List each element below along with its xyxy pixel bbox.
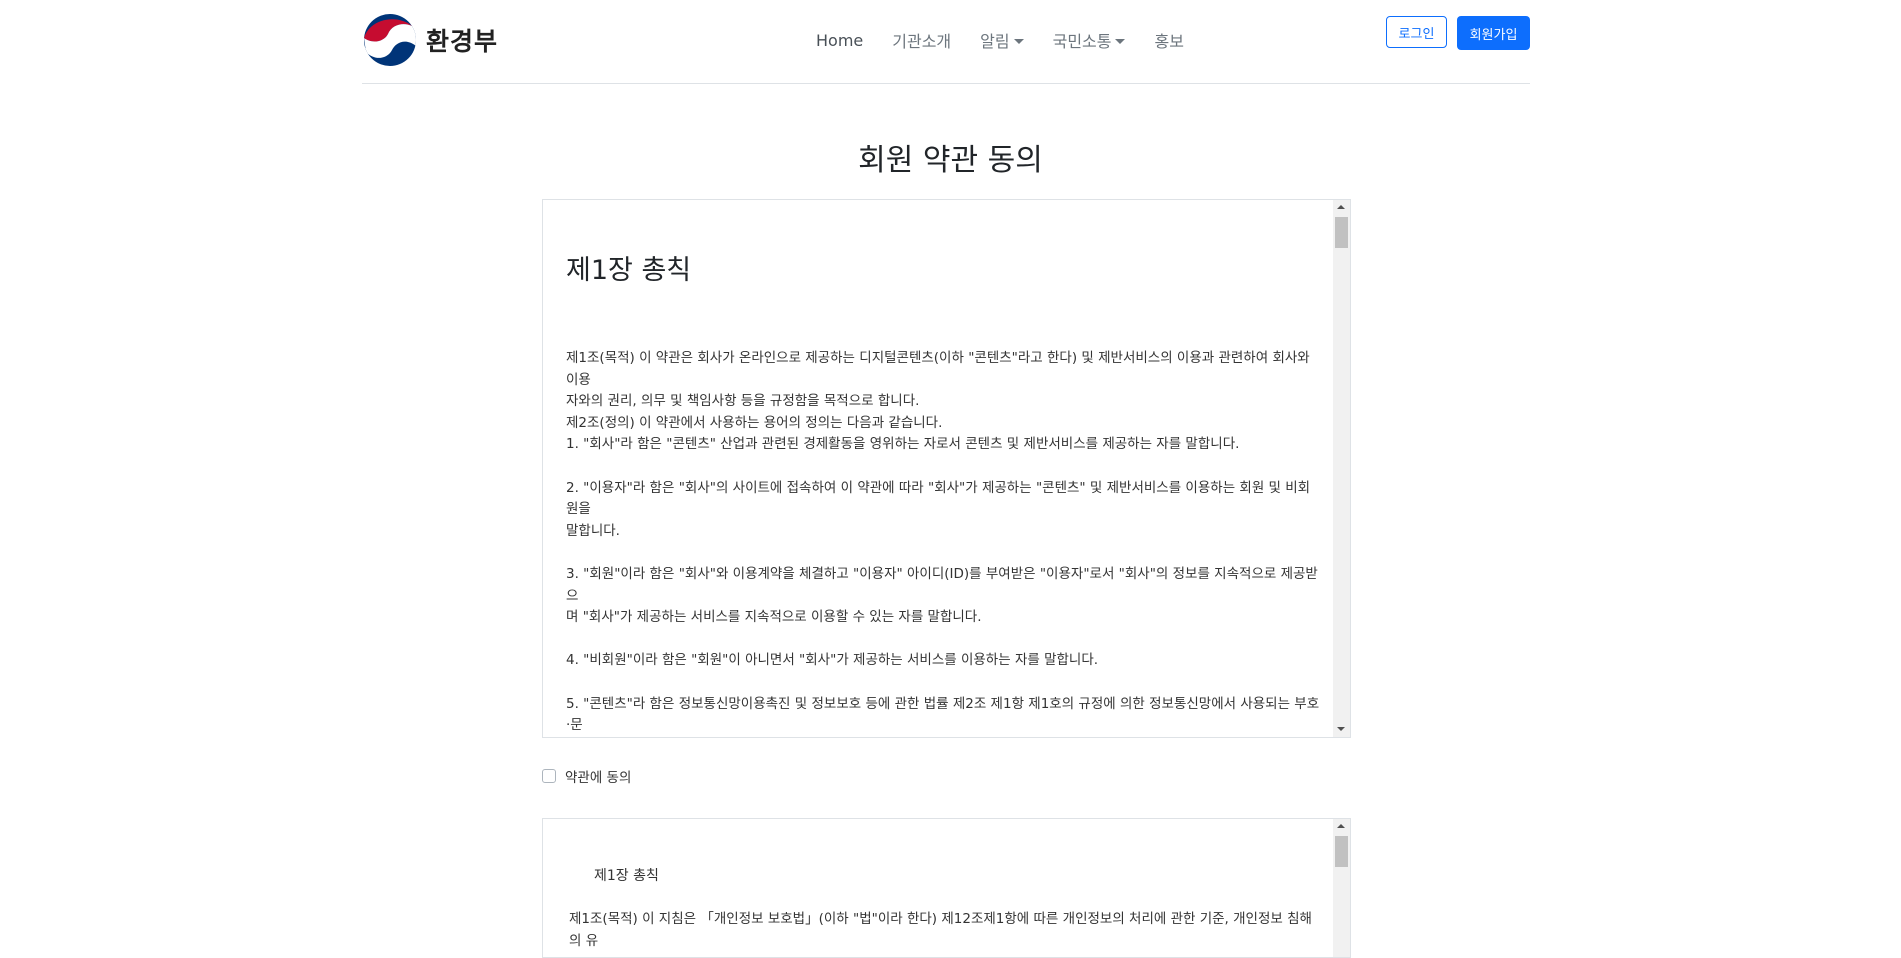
privacy-scrollbar[interactable] [1333, 819, 1350, 957]
terms-chapter-title: 제1장 총칙 [566, 255, 692, 286]
nav-item-communication-label: 국민소통 [1052, 32, 1112, 51]
site-header: 환경부 Home 기관소개 알림 국민소통 홍보 로그인 회원가입 [362, 0, 1530, 84]
nav-item-home[interactable]: Home [816, 31, 863, 50]
caret-down-icon [1115, 39, 1126, 44]
nav-item-notice[interactable]: 알림 [980, 28, 1024, 52]
text-line: 4. "비회원"이라 함은 "회원"이 아니면서 "회사"가 제공하는 서비스를… [566, 652, 1099, 669]
text-line: 자와의 권리, 의무 및 책임사항 등을 규정함을 목적으로 합니다. [566, 393, 920, 410]
text-line: 제1조(목적) 이 지침은 「개인정보 보호법」(이하 "법"이라 한다) 제1… [569, 911, 1312, 949]
terms-scrollbar[interactable] [1333, 200, 1350, 737]
terms-scroll-box[interactable]: 제1장 총칙 제1조(목적) 이 약관은 회사가 온라인으로 제공하는 디지털콘… [542, 199, 1351, 738]
signup-button[interactable]: 회원가입 [1457, 16, 1530, 50]
scroll-down-arrow-icon[interactable] [1337, 727, 1345, 731]
text-line: 2. "이용자"라 함은 "회사"의 사이트에 접속하여 이 약관에 따라 "회… [566, 479, 1311, 518]
login-button[interactable]: 로그인 [1386, 16, 1447, 48]
agree-checkbox[interactable] [542, 769, 556, 783]
nav-item-communication[interactable]: 국민소통 [1053, 28, 1126, 52]
privacy-chapter-title: 제1장 총칙 [594, 868, 659, 884]
text-line: 제1조(목적) 이 약관은 회사가 온라인으로 제공하는 디지털콘텐츠(이하 "… [566, 350, 1310, 388]
text-line: 며 "회사"가 제공하는 서비스를 지속적으로 이용할 수 있는 자를 말합니다… [566, 609, 982, 626]
text-line [566, 456, 1320, 478]
scroll-thumb[interactable] [1335, 836, 1348, 867]
text-line: 말합니다. [566, 522, 620, 539]
taegeuk-logo-icon [364, 14, 416, 66]
text-line: 자·음성·음향·이미지 또는 영상 등으로 표현된 자료 또는 정보로서, 그 … [566, 737, 1320, 738]
terms-body: 제1조(목적) 이 약관은 회사가 온라인으로 제공하는 디지털콘텐츠(이하 "… [566, 348, 1320, 738]
nav-item-notice-label: 알림 [980, 32, 1010, 51]
logo[interactable]: 환경부 [362, 12, 498, 68]
nav-item-pr[interactable]: 홍보 [1154, 28, 1183, 52]
scroll-thumb[interactable] [1335, 217, 1348, 248]
agree-row[interactable]: 약관에 동의 [542, 766, 631, 786]
privacy-body: 제1조(목적) 이 지침은 「개인정보 보호법」(이하 "법"이라 한다) 제1… [569, 909, 1320, 957]
scroll-up-arrow-icon[interactable] [1337, 205, 1345, 209]
text-line [566, 672, 1320, 694]
agree-label[interactable]: 약관에 동의 [565, 766, 631, 786]
text-line: 5. "콘텐츠"라 함은 정보통신망이용촉진 및 정보보호 등에 관한 법률 제… [566, 695, 1320, 734]
text-line [566, 542, 1320, 564]
text-line: 3. "회원"이라 함은 "회사"와 이용계약을 체결하고 "이용자" 아이디(… [566, 565, 1318, 604]
text-line: 제2조(정의) 이 약관에서 사용하는 용어의 정의는 다음과 같습니다. [566, 414, 943, 431]
caret-down-icon [1013, 39, 1024, 44]
privacy-content: 제1장 총칙 제1조(목적) 이 지침은 「개인정보 보호법」(이하 "법"이라… [566, 819, 1320, 957]
page-title: 회원 약관 동의 [858, 143, 1043, 178]
brand-name: 환경부 [426, 27, 499, 56]
nav-item-about[interactable]: 기관소개 [892, 28, 951, 52]
privacy-scroll-box[interactable]: 제1장 총칙 제1조(목적) 이 지침은 「개인정보 보호법」(이하 "법"이라… [542, 818, 1351, 958]
text-line [566, 629, 1320, 651]
scroll-up-arrow-icon[interactable] [1337, 824, 1345, 828]
terms-content: 제1장 총칙 제1조(목적) 이 약관은 회사가 온라인으로 제공하는 디지털콘… [566, 200, 1320, 738]
text-line: 1. "회사"라 함은 "콘텐츠" 산업과 관련된 경제활동을 영위하는 자로서… [566, 436, 1240, 453]
main-nav: Home 기관소개 알림 국민소통 홍보 [816, 28, 1213, 52]
